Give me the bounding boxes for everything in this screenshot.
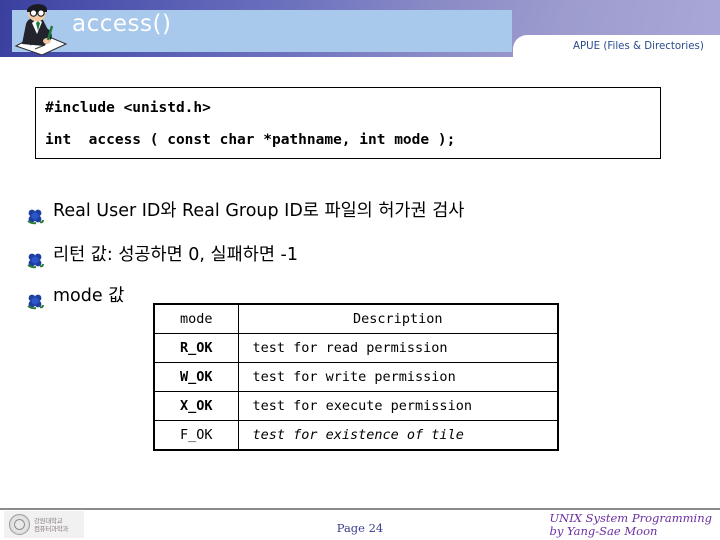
cell-mode-f-ok: F_OK bbox=[153, 420, 239, 451]
bullet-item-permission-check: Real User ID와 Real Group ID로 파일의 허가권 검사 bbox=[26, 201, 465, 225]
column-header-mode: mode bbox=[153, 303, 239, 334]
cell-mode-w-ok: W_OK bbox=[153, 362, 239, 392]
cell-desc-w-ok: test for write permission bbox=[237, 362, 559, 392]
table-row: W_OK test for write permission bbox=[153, 362, 559, 392]
table-row: F_OK test for existence of tile bbox=[153, 420, 559, 451]
column-header-description: Description bbox=[237, 303, 559, 334]
mode-values-table: mode Description R_OK test for read perm… bbox=[153, 303, 559, 451]
flower-bullet-icon bbox=[26, 251, 44, 269]
bullet-item-mode-values: mode 값 bbox=[26, 286, 125, 310]
cell-desc-x-ok: test for execute permission bbox=[237, 391, 559, 421]
cell-mode-x-ok: X_OK bbox=[153, 391, 239, 421]
bullet-label: 리턴 값: 성공하면 0, 실패하면 -1 bbox=[53, 245, 298, 265]
course-title: UNIX System Programming bbox=[549, 511, 712, 525]
table-row: R_OK test for read permission bbox=[153, 333, 559, 363]
subject-label: APUE (Files & Directories) bbox=[573, 39, 704, 52]
cell-mode-r-ok: R_OK bbox=[153, 333, 239, 363]
table-row: X_OK test for execute permission bbox=[153, 391, 559, 421]
code-include-line: #include <unistd.h> bbox=[45, 100, 211, 116]
footer-divider bbox=[0, 508, 720, 510]
flower-bullet-icon bbox=[26, 207, 44, 225]
bullet-label: Real User ID와 Real Group ID로 파일의 허가권 검사 bbox=[53, 201, 465, 221]
table-header-row: mode Description bbox=[153, 303, 559, 334]
cell-desc-r-ok: test for read permission bbox=[237, 333, 559, 363]
course-author: by Yang-Sae Moon bbox=[549, 524, 658, 538]
person-writing-icon bbox=[14, 4, 68, 56]
bullet-item-return-value: 리턴 값: 성공하면 0, 실패하면 -1 bbox=[26, 245, 298, 269]
code-prototype-line: int access ( const char *pathname, int m… bbox=[45, 132, 456, 148]
code-synopsis-box: #include <unistd.h> int access ( const c… bbox=[35, 87, 661, 159]
course-credit: UNIX System Programming by Yang-Sae Moon bbox=[549, 512, 712, 538]
page-title: access() bbox=[72, 11, 172, 37]
flower-bullet-icon bbox=[26, 292, 44, 310]
bullet-label: mode 값 bbox=[53, 286, 125, 306]
cell-desc-f-ok: test for existence of tile bbox=[237, 420, 559, 451]
